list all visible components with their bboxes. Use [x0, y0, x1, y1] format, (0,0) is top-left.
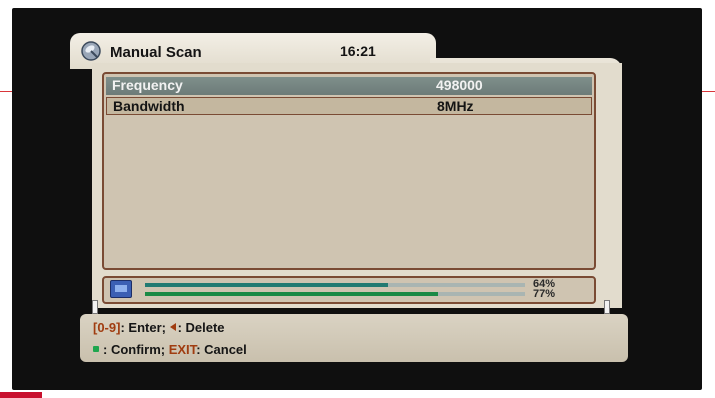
signal-panel [102, 276, 596, 304]
signal-quality-percent: 77% [533, 288, 556, 300]
frequency-label: Frequency [112, 77, 183, 93]
left-red-line [0, 91, 12, 92]
signal-monitor-icon [110, 280, 132, 298]
page-title: Manual Scan [110, 44, 202, 61]
enter-hint: : Enter; [120, 320, 170, 335]
ok-button-icon [93, 346, 99, 352]
left-support-post [92, 300, 98, 314]
number-keys-hint: [0-9] [93, 320, 121, 335]
signal-quality-fill [145, 292, 438, 296]
satellite-dish-icon [81, 41, 101, 61]
cancel-hint: : Cancel [196, 342, 247, 357]
signal-strength-fill [145, 283, 389, 287]
right-support-post [604, 300, 610, 314]
right-red-line [702, 91, 715, 92]
exit-key-hint: EXIT [168, 342, 197, 357]
bandwidth-value[interactable]: 8MHz [437, 98, 557, 114]
help-line-2: : Confirm; EXIT: Cancel [93, 342, 247, 357]
confirm-hint: : Confirm; [103, 342, 169, 357]
help-line-1: [0-9]: Enter; : Delete [93, 320, 225, 335]
red-corner-mark [0, 392, 42, 398]
left-arrow-icon [169, 323, 176, 331]
signal-quality-bar [145, 292, 525, 296]
bandwidth-row[interactable]: Bandwidth 8MHz [106, 97, 592, 115]
bandwidth-label: Bandwidth [113, 98, 185, 114]
delete-hint: : Delete [177, 320, 225, 335]
clock: 16:21 [340, 43, 376, 59]
frequency-row[interactable]: Frequency 498000 [106, 77, 592, 95]
signal-strength-bar [145, 283, 525, 287]
frequency-value[interactable]: 498000 [436, 77, 556, 93]
